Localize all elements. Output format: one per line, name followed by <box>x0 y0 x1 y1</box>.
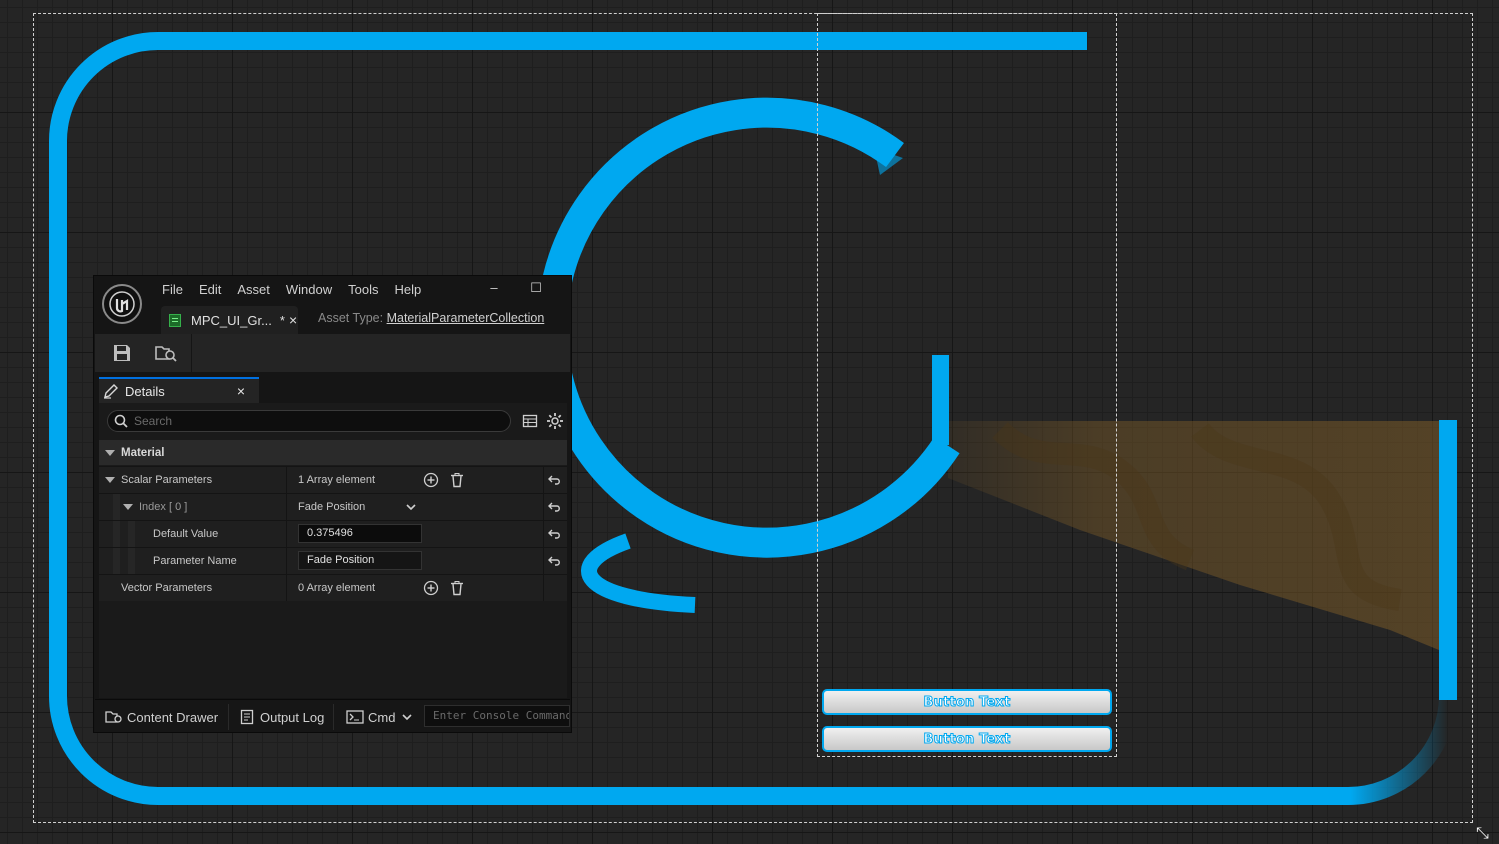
content-drawer-label: Content Drawer <box>127 709 219 725</box>
parameter-name-label: Parameter Name <box>153 555 237 567</box>
search-input[interactable] <box>132 413 496 429</box>
output-log-label: Output Log <box>260 709 325 725</box>
asset-type-info: Asset Type: MaterialParameterCollection <box>318 311 544 325</box>
terminal-icon <box>346 710 364 724</box>
vector-parameters-label: Vector Parameters <box>121 582 213 594</box>
details-panel: Material Scalar Parameters 1 Array eleme… <box>99 403 567 698</box>
collapse-arrow-icon[interactable] <box>105 449 115 456</box>
asset-tab-close-button[interactable]: × <box>289 312 297 328</box>
cmd-label: Cmd <box>368 709 396 725</box>
menu-help[interactable]: Help <box>386 280 429 299</box>
chevron-down-icon <box>402 714 413 721</box>
menu-file[interactable]: File <box>154 280 191 299</box>
delete-all-trash-icon[interactable] <box>449 472 465 488</box>
search-icon <box>114 414 128 428</box>
reset-to-default-icon[interactable] <box>548 527 562 541</box>
asset-type-link[interactable]: MaterialParameterCollection <box>387 311 545 325</box>
scalar-parameters-count: 1 Array element <box>298 474 376 486</box>
pencil-icon <box>104 384 118 399</box>
output-log-icon <box>240 709 254 725</box>
cmd-dropdown-button[interactable]: Cmd <box>346 705 413 729</box>
status-bar: Content Drawer Output Log Cmd Enter Cons… <box>95 699 570 732</box>
details-tab-close-button[interactable]: × <box>237 383 245 399</box>
content-drawer-icon <box>105 711 122 723</box>
default-value-field[interactable]: 0.375496 <box>298 524 422 543</box>
menu-tools[interactable]: Tools <box>340 280 386 299</box>
tab-details[interactable]: Details × <box>99 377 259 403</box>
minimize-button[interactable]: – <box>482 280 506 300</box>
preview-button-2-label: Button Text <box>923 731 1011 747</box>
scalar-parameters-label: Scalar Parameters <box>121 474 213 486</box>
parameter-name-field[interactable]: Fade Position <box>298 551 422 570</box>
menu-bar: File Edit Asset Window Tools Help <box>154 280 429 299</box>
save-icon[interactable] <box>112 343 132 363</box>
asset-modified-marker: * <box>279 312 285 328</box>
resize-handle-icon[interactable]: ⤡ <box>1476 826 1494 842</box>
console-command-input[interactable]: Enter Console Command <box>424 705 570 727</box>
reset-to-default-icon[interactable] <box>548 473 562 487</box>
menu-asset[interactable]: Asset <box>229 280 278 299</box>
toolbar-separator <box>191 334 192 372</box>
maximize-button[interactable]: ☐ <box>524 280 548 300</box>
preview-button-2[interactable]: Button Text <box>822 726 1112 752</box>
button-panel-bounds <box>817 13 1117 757</box>
asset-tab-label: MPC_UI_Gr... <box>191 312 272 328</box>
default-value-label: Default Value <box>153 528 219 540</box>
delete-all-trash-icon[interactable] <box>449 580 465 596</box>
asset-type-label: Asset Type: <box>318 311 384 325</box>
reset-to-default-icon[interactable] <box>548 500 562 514</box>
settings-gear-icon[interactable] <box>546 412 564 433</box>
asset-editor-window: File Edit Asset Window Tools Help – ☐ MP… <box>93 275 572 733</box>
default-value-row: Default Value 0.375496 <box>99 520 567 548</box>
scalar-parameters-row: Scalar Parameters 1 Array element <box>99 466 567 493</box>
reset-to-default-icon[interactable] <box>548 554 562 568</box>
expand-arrow-icon[interactable] <box>123 504 133 510</box>
expand-arrow-icon[interactable] <box>105 477 115 483</box>
preview-button-1-label: Button Text <box>923 694 1011 710</box>
vector-parameters-row: Vector Parameters 0 Array element <box>99 574 567 601</box>
output-log-button[interactable]: Output Log <box>240 705 324 729</box>
unreal-logo-icon[interactable] <box>102 284 142 324</box>
table-view-icon[interactable] <box>522 413 538 432</box>
vector-parameters-count: 0 Array element <box>298 582 376 594</box>
category-material[interactable]: Material <box>99 440 567 465</box>
index-label: Index [ 0 ] <box>139 501 188 513</box>
details-search[interactable] <box>107 410 511 432</box>
asset-tab[interactable]: MPC_UI_Gr... * × <box>161 306 298 334</box>
asset-toolbar <box>95 334 570 372</box>
element-options-chevron-down-icon[interactable] <box>405 502 417 515</box>
menu-window[interactable]: Window <box>278 280 340 299</box>
index-name-value: Fade Position <box>298 501 366 513</box>
add-element-icon[interactable] <box>423 580 439 596</box>
content-drawer-button[interactable]: Content Drawer <box>105 705 218 729</box>
material-collection-icon <box>169 313 181 327</box>
parameter-name-row: Parameter Name Fade Position <box>99 547 567 575</box>
preview-button-1[interactable]: Button Text <box>822 689 1112 715</box>
menu-edit[interactable]: Edit <box>191 280 229 299</box>
add-element-icon[interactable] <box>423 472 439 488</box>
details-tab-label: Details <box>125 383 165 399</box>
index-0-row: Index [ 0 ] Fade Position <box>99 493 567 521</box>
browse-to-asset-icon[interactable] <box>155 343 177 363</box>
category-label: Material <box>121 446 165 459</box>
